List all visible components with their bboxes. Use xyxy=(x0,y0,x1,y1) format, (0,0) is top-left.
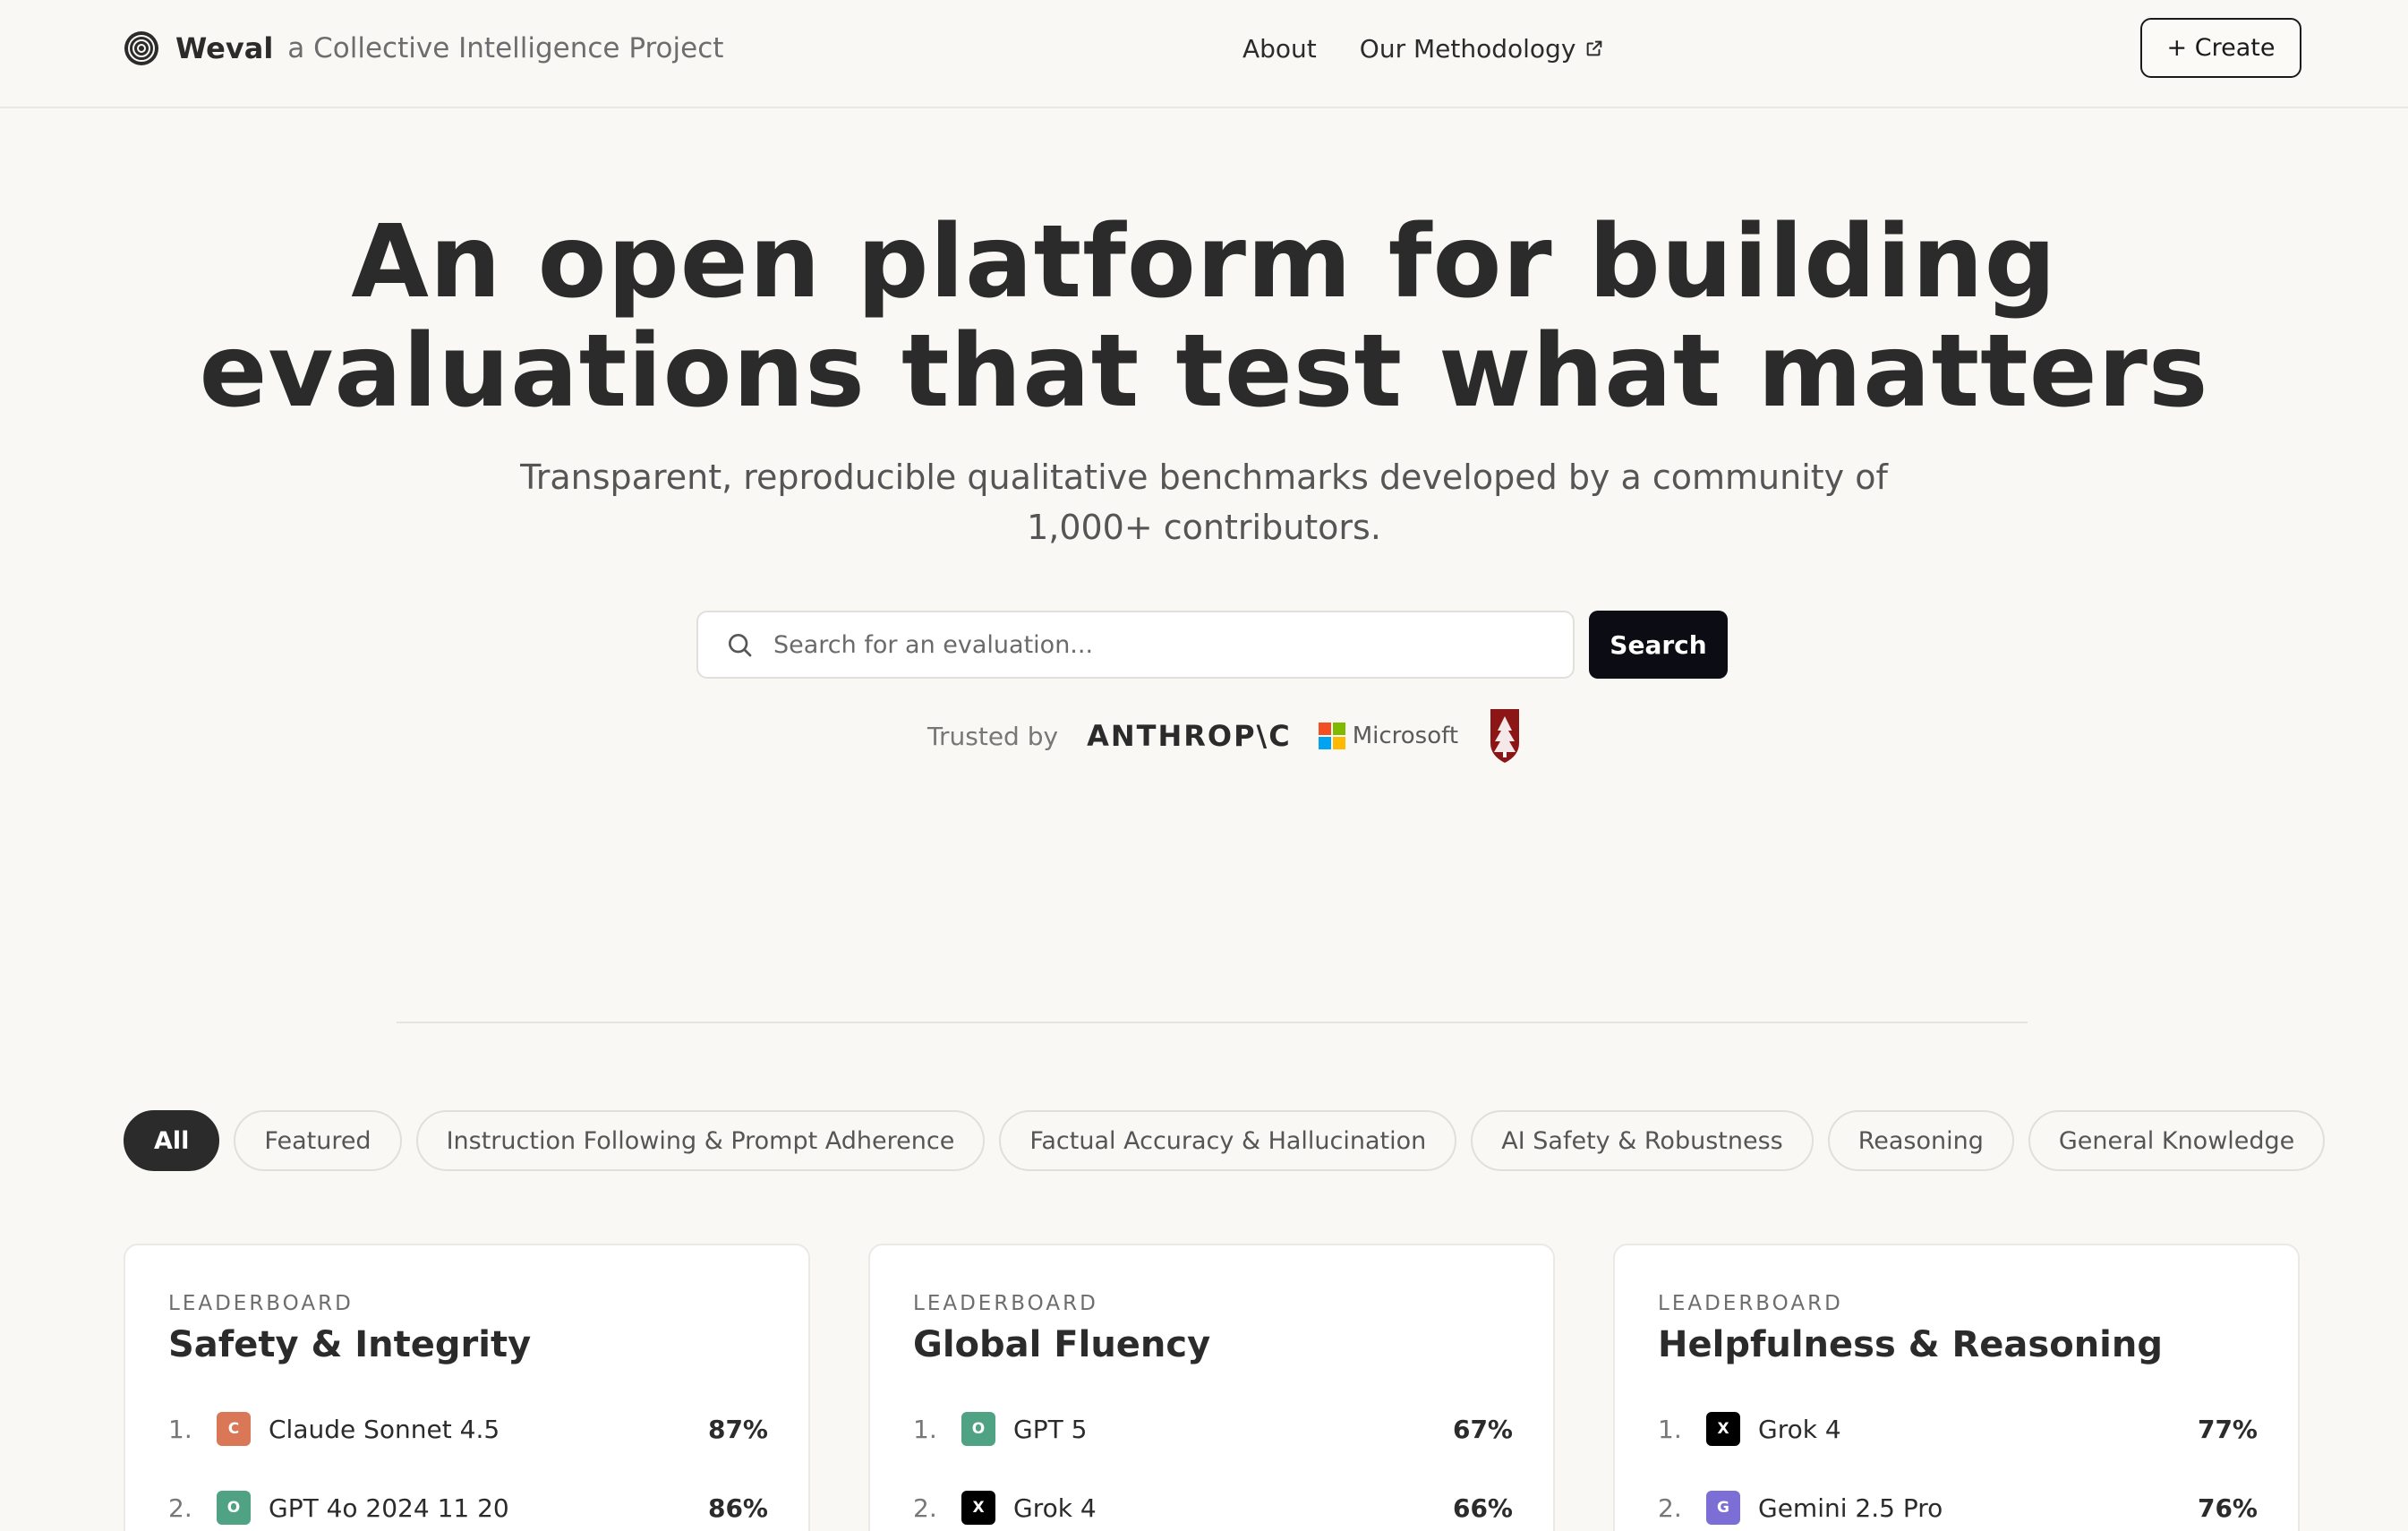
external-link-icon xyxy=(1587,40,1602,56)
filter-chip-factual-accuracy[interactable]: Factual Accuracy & Hallucination xyxy=(999,1110,1457,1171)
filter-chip-general-knowledge[interactable]: General Knowledge xyxy=(2028,1110,2326,1171)
card-title: Safety & Integrity xyxy=(168,1324,532,1365)
row-rank: 2. xyxy=(913,1493,937,1523)
leaderboard-row[interactable]: 1. O GPT 5 67% xyxy=(913,1407,1513,1451)
row-score: 76% xyxy=(2197,1493,2258,1523)
trusted-by-label: Trusted by xyxy=(927,721,1059,751)
trusted-by-row: Trusted by ANTHROP\C Microsoft xyxy=(927,700,1524,772)
top-header: Weval a Collective Intelligence Project … xyxy=(0,0,2408,108)
filter-chip-all[interactable]: All xyxy=(124,1110,220,1171)
leaderboard-row[interactable]: 2. G Gemini 2.5 Pro 76% xyxy=(1658,1485,2258,1530)
leaderboard-row[interactable]: 1. X Grok 4 77% xyxy=(1658,1407,2258,1451)
microsoft-logo: Microsoft xyxy=(1318,723,1459,749)
model-badge-icon: X xyxy=(1706,1412,1740,1446)
search-box xyxy=(696,611,1575,679)
microsoft-name: Microsoft xyxy=(1352,723,1459,749)
nav-methodology-link[interactable]: Our Methodology xyxy=(1360,34,1605,64)
filter-chip-ai-safety[interactable]: AI Safety & Robustness xyxy=(1471,1110,1814,1171)
hero-title-line-1: An open platform for building xyxy=(351,204,2057,321)
filter-chip-reasoning[interactable]: Reasoning xyxy=(1827,1110,2014,1171)
search-icon xyxy=(729,634,752,657)
search-button[interactable]: Search xyxy=(1589,611,1728,679)
row-model-name: Grok 4 xyxy=(1013,1493,1097,1523)
row-rank: 2. xyxy=(1658,1493,1682,1523)
search-input[interactable] xyxy=(773,630,1573,659)
filter-chip-featured[interactable]: Featured xyxy=(234,1110,402,1171)
leaderboard-row[interactable]: 2. O GPT 4o 2024 11 20 86% xyxy=(168,1485,768,1530)
card-title: Helpfulness & Reasoning xyxy=(1658,1324,2164,1365)
row-model-name: GPT 4o 2024 11 20 xyxy=(269,1493,509,1523)
hero-title: An open platform for building evaluation… xyxy=(0,208,2408,426)
weval-logo-icon xyxy=(124,31,158,65)
nav-methodology-label: Our Methodology xyxy=(1359,33,1576,64)
row-model-name: Claude Sonnet 4.5 xyxy=(269,1414,500,1444)
row-rank: 1. xyxy=(168,1414,192,1444)
brand-name: Weval xyxy=(175,31,274,65)
leaderboard-row[interactable]: 1. C Claude Sonnet 4.5 87% xyxy=(168,1407,768,1451)
row-rank: 1. xyxy=(913,1414,937,1444)
leaderboard-card-safety[interactable]: LEADERBOARD Safety & Integrity 1. C Clau… xyxy=(124,1244,810,1531)
row-score: 67% xyxy=(1452,1414,1513,1444)
row-model-name: GPT 5 xyxy=(1013,1414,1088,1444)
leaderboard-card-global-fluency[interactable]: LEADERBOARD Global Fluency 1. O GPT 5 67… xyxy=(868,1244,1555,1531)
filter-chip-instruction-following[interactable]: Instruction Following & Prompt Adherence xyxy=(415,1110,986,1171)
row-score: 77% xyxy=(2197,1414,2258,1444)
model-badge-icon: C xyxy=(217,1412,251,1446)
nav-about-label: About xyxy=(1242,33,1317,64)
row-rank: 1. xyxy=(1658,1414,1682,1444)
microsoft-grid-icon xyxy=(1318,723,1345,749)
leaderboard-row[interactable]: 2. X Grok 4 66% xyxy=(913,1485,1513,1530)
card-eyebrow: LEADERBOARD xyxy=(1658,1292,1843,1315)
row-score: 87% xyxy=(707,1414,768,1444)
brand[interactable]: Weval a Collective Intelligence Project xyxy=(124,0,723,97)
section-divider xyxy=(397,1022,2028,1023)
card-eyebrow: LEADERBOARD xyxy=(913,1292,1098,1315)
category-filters: All Featured Instruction Following & Pro… xyxy=(124,1110,2339,1171)
leaderboard-card-helpfulness[interactable]: LEADERBOARD Helpfulness & Reasoning 1. X… xyxy=(1613,1244,2300,1531)
model-badge-icon: X xyxy=(961,1491,995,1525)
row-score: 86% xyxy=(707,1493,768,1523)
stanford-logo-icon xyxy=(1490,709,1520,763)
model-badge-icon: O xyxy=(217,1491,251,1525)
card-eyebrow: LEADERBOARD xyxy=(168,1292,354,1315)
nav-about-link[interactable]: About xyxy=(1242,34,1317,64)
main-nav: About Our Methodology xyxy=(1242,0,1604,97)
card-title: Global Fluency xyxy=(913,1324,1211,1365)
create-button[interactable]: + Create xyxy=(2140,18,2301,78)
hero-subtitle: Transparent, reproducible qualitative be… xyxy=(520,458,1888,547)
row-model-name: Grok 4 xyxy=(1758,1414,1841,1444)
hero-title-line-2: evaluations that test what matters xyxy=(199,313,2209,430)
model-badge-icon: O xyxy=(961,1412,995,1446)
model-badge-icon: G xyxy=(1706,1491,1740,1525)
brand-tagline: a Collective Intelligence Project xyxy=(287,32,724,64)
anthropic-logo: ANTHROP\C xyxy=(1087,719,1292,753)
row-model-name: Gemini 2.5 Pro xyxy=(1758,1493,1943,1523)
row-rank: 2. xyxy=(168,1493,192,1523)
row-score: 66% xyxy=(1452,1493,1513,1523)
